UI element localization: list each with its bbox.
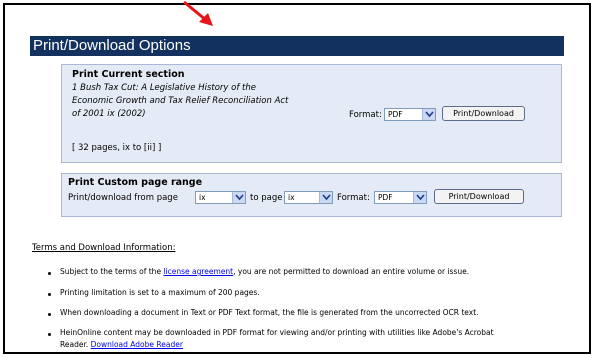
print-download-button[interactable]: Print/Download [442,106,525,121]
format-select-value: PDF [388,110,403,119]
terms-bullet-pdf-line1: HeinOnline content may be downloaded in … [60,328,494,337]
section-title: Print Current section [72,69,185,80]
bullet-dot [48,293,51,296]
citation-line-1: 1 Bush Tax Cut: A Legislative History of… [72,83,256,93]
terms-bullet-pdf-line2: Reader. Download Adobe Reader [60,340,183,349]
format-select[interactable]: PDF [374,191,427,204]
chevron-down-icon[interactable] [422,109,435,120]
pages-info: [ 32 pages, ix to [ii] ] [72,143,162,153]
print-download-button[interactable]: Print/Download [434,189,524,204]
terms-heading: Terms and Download Information: [32,243,176,253]
bullet-dot [48,333,51,336]
chevron-down-icon[interactable] [319,192,332,203]
terms-bullet-license: Subject to the terms of the license agre… [60,267,469,276]
to-page-label: to page [250,193,283,203]
format-label: Format: [337,193,370,203]
format-select-value: PDF [378,193,393,202]
page-title: Print/Download Options [30,36,564,56]
license-agreement-link[interactable]: license agreement [163,267,233,276]
bullet-text: Subject to the terms of the [60,267,164,276]
from-page-value: ix [199,193,206,202]
to-page-value: ix [288,193,295,202]
download-adobe-reader-link[interactable]: Download Adobe Reader [91,340,183,349]
print-current-section-panel: Print Current section 1 Bush Tax Cut: A … [61,64,562,163]
print-custom-range-panel: Print Custom page range Print/download f… [61,173,562,217]
terms-bullet-ocr: When downloading a document in Text or P… [60,308,479,317]
chevron-down-icon[interactable] [232,192,245,203]
terms-bullet-print-limit: Printing limitation is set to a maximum … [60,288,260,297]
chevron-down-icon[interactable] [413,192,426,203]
to-page-select[interactable]: ix [284,191,333,204]
bullet-dot [48,272,51,275]
bullet-dot [48,313,51,316]
citation-line-3: of 2001 ix (2002) [72,109,146,119]
format-label: Format: [349,110,382,120]
section-title: Print Custom page range [68,177,203,188]
format-select[interactable]: PDF [384,108,436,121]
from-page-select[interactable]: ix [195,191,246,204]
bullet-text: Reader. [60,340,91,349]
from-page-label: Print/download from page [68,193,178,203]
citation-line-2: Economic Growth and Tax Relief Reconcili… [72,96,289,106]
bullet-text: , you are not permitted to download an e… [233,267,470,276]
